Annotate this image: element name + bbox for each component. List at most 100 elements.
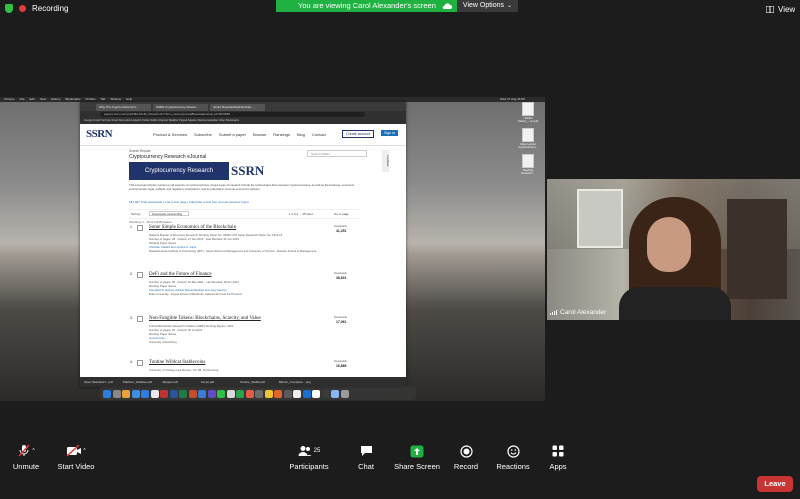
paper-number: 3. bbox=[130, 316, 133, 320]
shared-screen: Chrome File Edit View History Bookmarks … bbox=[0, 97, 545, 401]
paper-checkbox bbox=[137, 225, 143, 231]
page-title: Cryptocurrency Research eJournal bbox=[129, 154, 207, 160]
sort-select: Downloads, Descending bbox=[149, 211, 189, 216]
create-account-button: Create account bbox=[342, 130, 375, 138]
ssrn-nav-item: Blog bbox=[296, 132, 305, 137]
settings-icon bbox=[255, 389, 263, 398]
start-video-button[interactable]: ^ Start Video bbox=[56, 444, 96, 471]
paper-number: 4. bbox=[130, 360, 133, 364]
reactions-button[interactable]: Reactions bbox=[494, 444, 532, 471]
firefox-icon bbox=[274, 389, 282, 398]
reactions-label: Reactions bbox=[496, 462, 530, 471]
journal-stats: 184,097 Total downloads | Link to this p… bbox=[129, 200, 249, 204]
activity-monitor-icon bbox=[321, 389, 330, 398]
menu-item: File bbox=[19, 97, 25, 101]
desktop-icons: Untitled Partner_...ent.pdf Video Lectur… bbox=[518, 102, 542, 180]
downloads-count: 38,631 bbox=[336, 276, 347, 280]
ssrn-nav-item: Browse bbox=[252, 132, 267, 137]
pagination: 1 2 3 4 ... 25 Next bbox=[289, 212, 313, 216]
paper-checkbox bbox=[137, 272, 143, 278]
muted-microphone-icon bbox=[18, 444, 30, 457]
menu-item: Chrome bbox=[4, 97, 15, 101]
browser-tab: Why The Crypto Craze Isn't... bbox=[96, 104, 151, 111]
start-video-label: Start Video bbox=[57, 462, 95, 471]
photos-icon bbox=[264, 389, 273, 398]
speaker-video[interactable]: Carol Alexander bbox=[547, 179, 800, 320]
terminal-icon bbox=[283, 389, 292, 398]
recording-dot-icon bbox=[19, 5, 26, 12]
calendar-icon bbox=[150, 389, 159, 398]
feedback-tab: Feedback bbox=[382, 150, 389, 172]
record-button[interactable]: Record bbox=[452, 444, 480, 471]
downloads-bar: Open Standard f...pdf Platform_Initiativ… bbox=[80, 377, 406, 387]
chevron-up-icon: ^ bbox=[32, 448, 35, 454]
desktop-file-name: Teaching Research... bbox=[521, 169, 535, 175]
trash-icon bbox=[340, 389, 349, 398]
outlook-icon bbox=[198, 389, 206, 398]
menu-item: View bbox=[39, 97, 47, 101]
view-button[interactable]: View bbox=[766, 5, 795, 14]
download-item: Bitcoin_Complete....png bbox=[279, 380, 311, 384]
grid-view-icon bbox=[766, 6, 774, 13]
ssrn-logo: SSRN bbox=[86, 128, 113, 140]
view-label: View bbox=[778, 5, 796, 14]
music-icon bbox=[245, 389, 254, 398]
zoom-icon bbox=[141, 389, 149, 398]
powerpoint-icon bbox=[188, 389, 197, 398]
results-count: Showing: 1 - 40 of 3,048 papers bbox=[129, 220, 172, 224]
app-store-icon bbox=[302, 389, 311, 398]
desktop-file-icon: Untitled Partner_...ent.pdf bbox=[518, 102, 538, 123]
preview-icon bbox=[293, 389, 301, 398]
share-screen-button[interactable]: Share Screen bbox=[393, 444, 441, 471]
menu-item: History bbox=[51, 97, 61, 101]
paper-affiliation: Massachusetts Institute of Technology (M… bbox=[149, 249, 317, 253]
paper-item: 3. Non-Fungible Tokens: Blockchains, Sca… bbox=[129, 316, 359, 356]
unmute-button[interactable]: ^ Unmute bbox=[10, 444, 42, 471]
paper-item: 4. Tontine Wildcat Stablecoins Universit… bbox=[129, 360, 359, 376]
ssrn-search-input: Search SSRN bbox=[307, 150, 367, 157]
leave-button[interactable]: Leave bbox=[757, 476, 793, 492]
downloads-label: Downloads bbox=[334, 225, 347, 228]
menu-item: Bookmarks bbox=[65, 97, 81, 101]
paper-item: 2. DeFi and the Future of Finance Number… bbox=[129, 272, 359, 312]
browser-tab-active: SSRN Cryptocurrency Resear... bbox=[153, 104, 208, 111]
share-screen-label: Share Screen bbox=[394, 462, 440, 471]
video-window-frame bbox=[577, 189, 623, 248]
chat-button[interactable]: Chat bbox=[352, 444, 380, 471]
acrobat-icon bbox=[160, 389, 168, 398]
meeting-toolbar: ^ Unmute ^ Start Video 25 Participants C… bbox=[0, 440, 800, 499]
shield-icon bbox=[5, 4, 13, 13]
safari-icon bbox=[131, 389, 140, 398]
breadcrumb: Search Results bbox=[129, 149, 151, 153]
speaker-face bbox=[647, 217, 691, 272]
paper-item: 1. Some Simple Economics of the Blockcha… bbox=[129, 225, 359, 273]
paper-title: Non-Fungible Tokens: Blockchains, Scarci… bbox=[149, 316, 261, 321]
participants-button[interactable]: 25 Participants bbox=[289, 444, 329, 471]
paper-checkbox bbox=[137, 316, 143, 322]
paper-title: Some Simple Economics of the Blockchain bbox=[149, 225, 237, 230]
downloads-label: Downloads bbox=[334, 316, 347, 319]
chat-icon bbox=[360, 446, 372, 456]
recording-indicator[interactable]: Recording bbox=[5, 4, 68, 13]
top-bar: Recording You are viewing Carol Alexande… bbox=[0, 0, 800, 20]
desktop-file-name: Untitled Partner_...ent.pdf bbox=[518, 117, 539, 123]
whatsapp-icon bbox=[217, 389, 225, 398]
view-options-button[interactable]: View Options ⌄ bbox=[456, 0, 519, 12]
smiley-icon bbox=[506, 444, 520, 458]
sort-row: Sort by Downloads, Descending 1 2 3 4 ..… bbox=[129, 209, 359, 219]
notes-icon bbox=[226, 389, 235, 398]
download-item: Platform_Initiative.pdf bbox=[123, 380, 152, 384]
downloads-label: Downloads bbox=[334, 360, 347, 363]
recording-label: Recording bbox=[32, 4, 69, 13]
go-to-page: Go to page bbox=[334, 212, 349, 216]
download-item: Open Standard f...pdf bbox=[84, 380, 113, 384]
speaker-name: Carol Alexander bbox=[560, 309, 607, 316]
desktop-file-icon: Video Lecture Cryptocurrency... bbox=[518, 128, 538, 149]
paper-meta: University of Chicago Law Review, Vol. 8… bbox=[149, 368, 219, 372]
participants-count: 25 bbox=[313, 448, 321, 454]
ssrn-nav-item: Contact bbox=[312, 132, 326, 137]
apps-label: Apps bbox=[549, 462, 567, 471]
viewing-banner: You are viewing Carol Alexander's screen… bbox=[276, 0, 525, 12]
apps-button[interactable]: Apps bbox=[545, 444, 571, 471]
view-options-label: View Options bbox=[462, 2, 505, 9]
